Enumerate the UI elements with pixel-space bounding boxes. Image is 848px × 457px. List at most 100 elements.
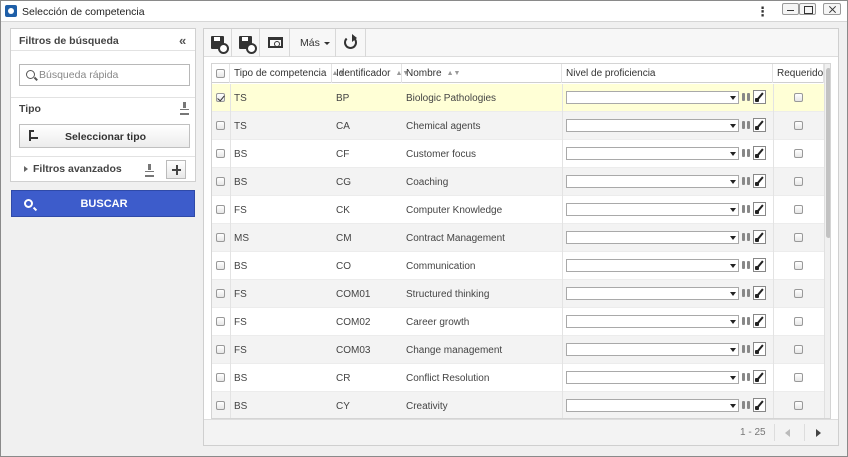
row-select-checkbox[interactable] (216, 345, 225, 354)
chevron-right-icon[interactable] (24, 166, 28, 172)
table-row[interactable]: TS BP Biologic Pathologies (212, 84, 824, 112)
row-select-checkbox[interactable] (216, 289, 225, 298)
add-filter-button[interactable] (166, 160, 186, 179)
table-row[interactable]: BS CG Coaching (212, 168, 824, 196)
edit-level-button[interactable] (753, 174, 766, 188)
select-all-checkbox[interactable] (216, 69, 225, 78)
binoculars-icon[interactable] (742, 93, 750, 101)
binoculars-icon[interactable] (742, 149, 750, 157)
binoculars-icon[interactable] (742, 345, 750, 353)
binoculars-icon[interactable] (742, 317, 750, 325)
required-checkbox[interactable] (794, 345, 803, 354)
required-checkbox[interactable] (794, 93, 803, 102)
proficiency-level-select[interactable] (566, 119, 739, 132)
proficiency-level-select[interactable] (566, 343, 739, 356)
binoculars-icon[interactable] (742, 261, 750, 269)
required-checkbox[interactable] (794, 289, 803, 298)
search-button-label: BUSCAR (80, 198, 128, 210)
search-button[interactable]: BUSCAR (11, 190, 195, 217)
clear-advanced-eraser-icon[interactable] (145, 164, 155, 177)
required-checkbox[interactable] (794, 401, 803, 410)
vertical-scrollbar[interactable] (824, 64, 830, 418)
view-button[interactable] (260, 29, 290, 57)
proficiency-level-select[interactable] (566, 371, 739, 384)
column-type[interactable]: Tipo de competencia ▲▼ (230, 64, 345, 83)
proficiency-level-select[interactable] (566, 203, 739, 216)
maximize-icon[interactable] (799, 3, 816, 15)
more-menu-button[interactable]: Más (290, 29, 336, 57)
save-and-close-button[interactable] (232, 29, 260, 57)
proficiency-level-select[interactable] (566, 231, 739, 244)
proficiency-level-select[interactable] (566, 91, 739, 104)
previous-page-icon[interactable] (774, 424, 800, 441)
binoculars-icon[interactable] (742, 401, 750, 409)
table-row[interactable]: BS CF Customer focus (212, 140, 824, 168)
edit-level-button[interactable] (753, 286, 766, 300)
table-row[interactable]: BS CO Communication (212, 252, 824, 280)
kebab-menu-icon[interactable]: ⋮ (756, 4, 769, 20)
row-select-checkbox[interactable] (216, 233, 225, 242)
row-select-checkbox[interactable] (216, 261, 225, 270)
collapse-panel-icon[interactable]: « (179, 33, 186, 48)
refresh-button[interactable] (336, 29, 366, 57)
row-select-checkbox[interactable] (216, 177, 225, 186)
clear-tipo-eraser-icon[interactable] (180, 102, 190, 115)
row-select-checkbox[interactable] (216, 373, 225, 382)
proficiency-level-select[interactable] (566, 399, 739, 412)
binoculars-icon[interactable] (742, 177, 750, 185)
row-select-checkbox[interactable] (216, 149, 225, 158)
edit-level-button[interactable] (753, 146, 766, 160)
edit-level-button[interactable] (753, 342, 766, 356)
proficiency-level-select[interactable] (566, 175, 739, 188)
proficiency-level-select[interactable] (566, 315, 739, 328)
edit-level-button[interactable] (753, 398, 766, 412)
table-row[interactable]: FS COM02 Career growth (212, 308, 824, 336)
row-select-checkbox[interactable] (216, 93, 225, 102)
required-checkbox[interactable] (794, 233, 803, 242)
table-row[interactable]: BS CR Conflict Resolution (212, 364, 824, 392)
binoculars-icon[interactable] (742, 121, 750, 129)
proficiency-level-select[interactable] (566, 259, 739, 272)
next-page-icon[interactable] (804, 424, 830, 441)
edit-level-button[interactable] (753, 90, 766, 104)
select-type-button[interactable]: Seleccionar tipo (19, 124, 190, 148)
quick-search-box[interactable] (19, 64, 190, 86)
required-checkbox[interactable] (794, 177, 803, 186)
table-row[interactable]: BS CY Creativity (212, 392, 824, 418)
required-checkbox[interactable] (794, 121, 803, 130)
required-checkbox[interactable] (794, 149, 803, 158)
row-select-checkbox[interactable] (216, 317, 225, 326)
table-row[interactable]: FS COM01 Structured thinking (212, 280, 824, 308)
proficiency-level-select[interactable] (566, 147, 739, 160)
row-select-checkbox[interactable] (216, 401, 225, 410)
edit-level-button[interactable] (753, 314, 766, 328)
close-icon[interactable] (823, 3, 841, 15)
binoculars-icon[interactable] (742, 373, 750, 381)
column-id[interactable]: Identificador ▲▼ (332, 64, 409, 83)
binoculars-icon[interactable] (742, 205, 750, 213)
binoculars-icon[interactable] (742, 289, 750, 297)
table-row[interactable]: TS CA Chemical agents (212, 112, 824, 140)
advanced-filters-toggle[interactable]: Filtros avanzados (33, 163, 122, 175)
table-row[interactable]: FS CK Computer Knowledge (212, 196, 824, 224)
row-select-checkbox[interactable] (216, 205, 225, 214)
minimize-icon[interactable] (782, 3, 799, 15)
edit-level-button[interactable] (753, 230, 766, 244)
edit-level-button[interactable] (753, 370, 766, 384)
binoculars-icon[interactable] (742, 233, 750, 241)
table-row[interactable]: FS COM03 Change management (212, 336, 824, 364)
scrollbar-thumb[interactable] (826, 68, 830, 238)
table-row[interactable]: MS CM Contract Management (212, 224, 824, 252)
required-checkbox[interactable] (794, 317, 803, 326)
quick-search-input[interactable] (39, 68, 187, 82)
required-checkbox[interactable] (794, 261, 803, 270)
edit-level-button[interactable] (753, 118, 766, 132)
proficiency-level-select[interactable] (566, 287, 739, 300)
required-checkbox[interactable] (794, 373, 803, 382)
edit-level-button[interactable] (753, 202, 766, 216)
row-select-checkbox[interactable] (216, 121, 225, 130)
save-button[interactable] (204, 29, 232, 57)
column-name[interactable]: Nombre ▲▼ (402, 64, 562, 83)
required-checkbox[interactable] (794, 205, 803, 214)
edit-level-button[interactable] (753, 258, 766, 272)
